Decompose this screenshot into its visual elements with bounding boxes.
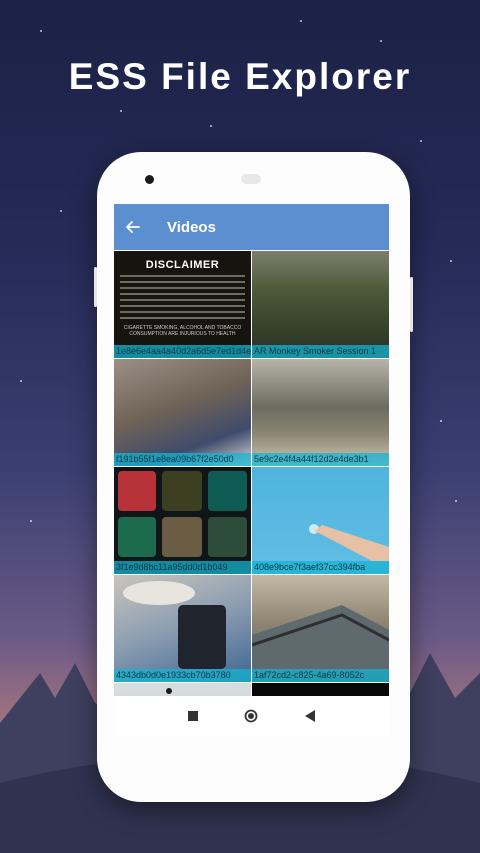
- video-filename: 1af72cd2-c825-4a69-8052c: [252, 669, 389, 682]
- video-filename: 5e9c2e4f4a44f12d2e4de3b1: [252, 453, 389, 466]
- video-filename: 4343db0d0e1933cb70b3780: [114, 669, 251, 682]
- video-thumbnail[interactable]: f191b55f1e8ea09b67f2e50d0: [114, 358, 251, 466]
- video-thumbnail[interactable]: AR Monkey Smoker Session 1: [252, 250, 389, 358]
- video-filename: 3f1e9d8bc11a95dd0d1b049: [114, 561, 251, 574]
- app-screen: Videos DISCLAIMER CIGARETTE SMOKING, ALC…: [114, 204, 389, 736]
- video-thumbnail[interactable]: 5e9c2e4f4a44f12d2e4de3b1: [252, 358, 389, 466]
- video-filename: 408e9bce7f3aef37cc394fba: [252, 561, 389, 574]
- video-thumbnail[interactable]: 3f1e9d8bc11a95dd0d1b049: [114, 466, 251, 574]
- video-filename: f191b55f1e8ea09b67f2e50d0: [114, 453, 251, 466]
- escalator-image: [252, 605, 389, 669]
- promo-title: ESS File Explorer: [68, 56, 412, 97]
- power-button: [410, 277, 413, 332]
- finger-tap-image: [309, 524, 389, 561]
- video-thumbnail[interactable]: DISCLAIMER CIGARETTE SMOKING, ALCOHOL AN…: [114, 250, 251, 358]
- hand-phone-image: [123, 581, 226, 669]
- video-filename: AR Monkey Smoker Session 1: [252, 345, 389, 358]
- phone-screens-image: [118, 471, 247, 557]
- video-filename: 1e8e6e4aa4a40d2a6d5e7ed1d4e39fe4b0c: [114, 345, 251, 358]
- video-thumbnail[interactable]: 408e9bce7f3aef37cc394fba: [252, 466, 389, 574]
- circle-icon[interactable]: [236, 701, 266, 731]
- video-thumbnail[interactable]: 1af72cd2-c825-4a69-8052c: [252, 574, 389, 682]
- system-nav-bar: [114, 696, 389, 736]
- disclaimer-footer: CIGARETTE SMOKING, ALCOHOL AND TOBACCO C…: [123, 325, 242, 337]
- disclaimer-title: DISCLAIMER: [145, 259, 220, 271]
- app-bar: Videos: [114, 204, 389, 250]
- video-grid: DISCLAIMER CIGARETTE SMOKING, ALCOHOL AN…: [114, 250, 389, 736]
- triangle-back-icon[interactable]: [295, 701, 325, 731]
- phone-frame: Videos DISCLAIMER CIGARETTE SMOKING, ALC…: [94, 152, 413, 802]
- page-title: Videos: [167, 218, 216, 236]
- square-icon[interactable]: [178, 701, 208, 731]
- earpiece-speaker: [241, 174, 261, 184]
- front-camera: [145, 175, 154, 184]
- back-arrow-icon[interactable]: [116, 204, 150, 250]
- volume-button: [94, 267, 97, 307]
- video-thumbnail[interactable]: 4343db0d0e1933cb70b3780: [114, 574, 251, 682]
